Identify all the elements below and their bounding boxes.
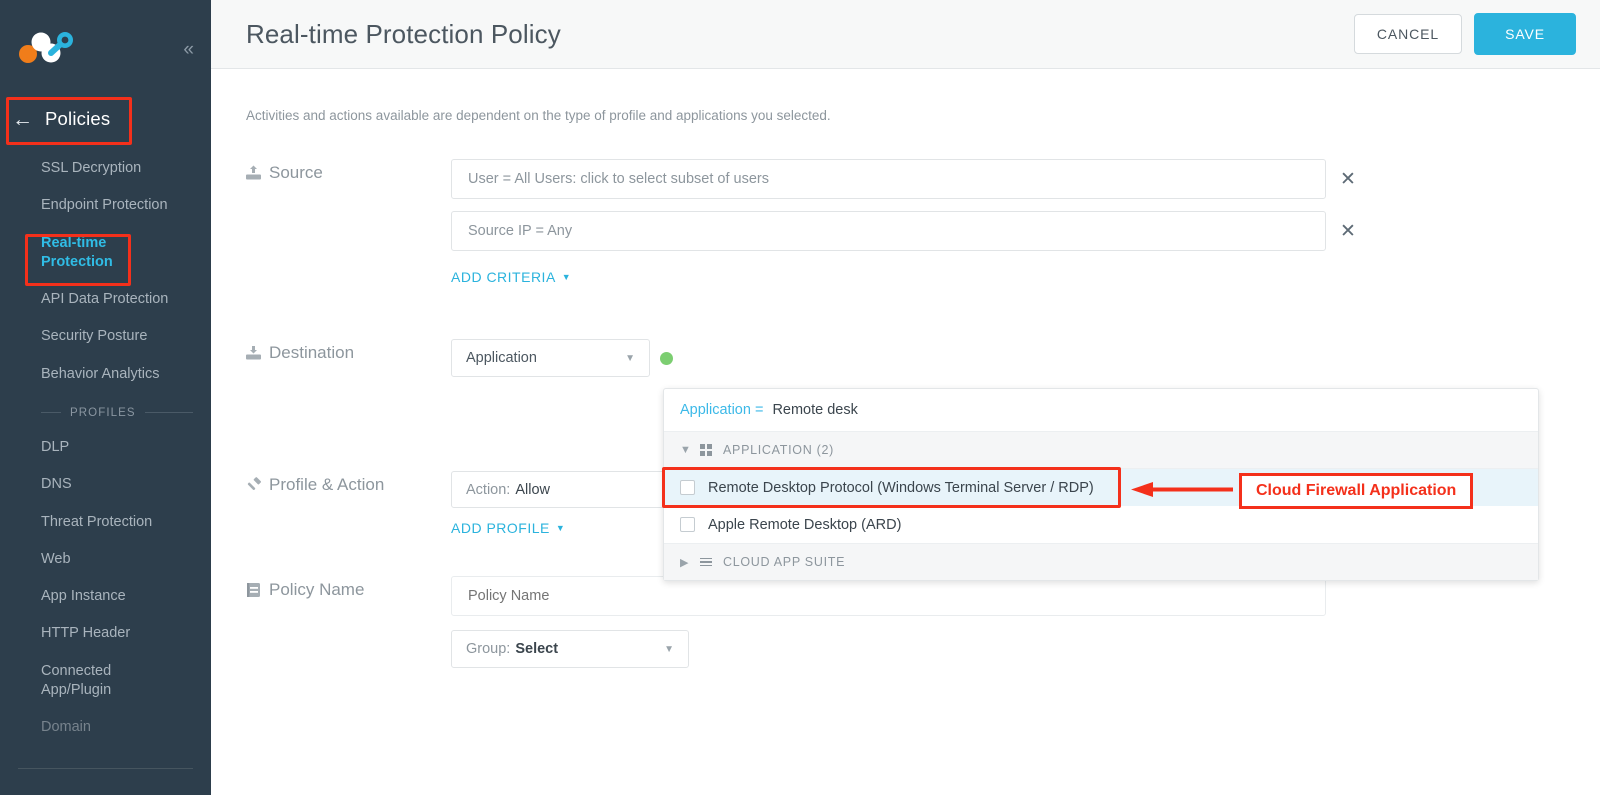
cancel-button[interactable]: CANCEL (1353, 14, 1463, 54)
sidebar-item-policies[interactable]: ← Policies (0, 96, 211, 142)
topbar: Real-time Protection Policy CANCEL SAVE (211, 0, 1600, 69)
chevron-down-icon: ▼ (625, 352, 635, 364)
arrow-left-icon: ← (12, 107, 33, 131)
sidebar-item-connected-app-plugin[interactable]: Connected App/Plugin (0, 653, 211, 710)
chevron-down-icon: ▼ (555, 522, 566, 533)
sidebar-item-dlp[interactable]: DLP (0, 429, 211, 466)
add-criteria-button[interactable]: ADD CRITERIA ▼ (451, 269, 571, 285)
source-label: Source (269, 163, 323, 182)
sidebar-item-dns[interactable]: DNS (0, 466, 211, 503)
annotation-callout: Cloud Firewall Application (1239, 473, 1474, 509)
action-value: Allow (515, 481, 550, 498)
dropdown-item-ard[interactable]: Apple Remote Desktop (ARD) (664, 506, 1538, 543)
sidebar-item-web[interactable]: Web (0, 541, 211, 578)
sidebar-item-domain[interactable]: Domain (0, 709, 211, 746)
close-icon[interactable]: ✕ (1340, 222, 1356, 241)
save-button[interactable]: SAVE (1474, 13, 1576, 55)
close-icon[interactable]: ✕ (1340, 170, 1356, 189)
sidebar-item-api-data-protection[interactable]: API Data Protection (0, 281, 211, 318)
sidebar-item-http-header[interactable]: HTTP Header (0, 615, 211, 652)
dropdown-search-row[interactable]: Application = Remote desk (664, 389, 1538, 432)
policy-name-label-group: Policy Name (246, 576, 451, 600)
upload-arrow-icon (246, 165, 261, 181)
dropdown-group-application[interactable]: ▼ APPLICATION (2) (664, 432, 1538, 469)
dropdown-group-label: APPLICATION (2) (723, 443, 834, 457)
source-ip-criterion[interactable]: Source IP = Any (451, 211, 1326, 251)
dropdown-item-label: Apple Remote Desktop (ARD) (708, 516, 902, 533)
source-label-group: Source (246, 159, 451, 183)
sidebar-item-real-time-protection[interactable]: Real-time Protection (0, 225, 211, 282)
group-value: Select (515, 641, 559, 657)
sidebar-section-profiles: PROFILES (0, 393, 211, 429)
sidebar-profiles-nav: DLP DNS Threat Protection Web App Instan… (0, 429, 211, 747)
dropdown-group-cloud-app-suite[interactable]: ▶ CLOUD APP SUITE (664, 543, 1538, 580)
divider-line-left (41, 412, 61, 414)
chevron-down-icon: ▼ (680, 444, 692, 456)
checkbox[interactable] (680, 517, 695, 532)
dropdown-item-label: Remote Desktop Protocol (Windows Termina… (708, 479, 1094, 496)
source-criterion-row: User = All Users: click to select subset… (451, 159, 1600, 199)
topbar-actions: CANCEL SAVE (1353, 13, 1576, 55)
add-profile-button[interactable]: ADD PROFILE ▼ (451, 520, 565, 536)
sidebar-item-app-instance[interactable]: App Instance (0, 578, 211, 615)
sidebar-item-threat-protection[interactable]: Threat Protection (0, 504, 211, 541)
profile-action-label-group: Profile & Action (246, 471, 451, 495)
checkbox[interactable] (680, 480, 695, 495)
sidebar-item-endpoint-protection[interactable]: Endpoint Protection (0, 187, 211, 224)
sidebar-header: « (0, 0, 211, 84)
sidebar-item-behavior-analytics[interactable]: Behavior Analytics (0, 356, 211, 393)
destination-section: Destination Application ▼ (246, 339, 1600, 377)
dropdown-group-label: CLOUD APP SUITE (723, 555, 846, 569)
page-title: Real-time Protection Policy (246, 18, 561, 49)
sidebar: « ← Policies SSL Decryption Endpoint Pro… (0, 0, 211, 795)
policy-name-input[interactable] (451, 576, 1326, 616)
policy-name-fields: Group: Select ▼ (451, 576, 1600, 668)
destination-type-value: Application (466, 350, 537, 366)
gavel-icon (246, 477, 261, 493)
source-criterion-row: Source IP = Any ✕ (451, 211, 1600, 251)
action-prefix: Action: (466, 481, 511, 498)
add-criteria-label: ADD CRITERIA (451, 269, 556, 285)
chevron-right-icon: ▶ (680, 556, 690, 569)
destination-type-select[interactable]: Application ▼ (451, 339, 650, 377)
destination-type-row: Application ▼ (451, 339, 1600, 377)
helper-text: Activities and actions available are dep… (246, 108, 831, 123)
destination-fields: Application ▼ (451, 339, 1600, 377)
download-arrow-icon (246, 345, 261, 361)
sidebar-nav: SSL Decryption Endpoint Protection Real-… (0, 150, 211, 393)
add-profile-label: ADD PROFILE (451, 520, 550, 536)
status-indicator-dot (660, 351, 673, 365)
policy-name-section: Policy Name Group: Select ▼ (246, 576, 1600, 668)
profile-action-label: Profile & Action (269, 475, 385, 494)
list-document-icon (246, 582, 261, 598)
action-select[interactable]: Action: Allow ▼ (451, 471, 689, 508)
annotation-arrow-left-icon (1131, 482, 1233, 497)
chevron-down-icon: ▼ (561, 271, 572, 282)
group-prefix: Group: (466, 641, 511, 657)
sidebar-item-security-posture[interactable]: Security Posture (0, 318, 211, 355)
chevron-down-icon: ▼ (664, 643, 674, 655)
main-panel: Real-time Protection Policy CANCEL SAVE … (211, 0, 1600, 795)
destination-label: Destination (269, 343, 355, 362)
sidebar-item-ssl-decryption[interactable]: SSL Decryption (0, 150, 211, 187)
source-section: Source User = All Users: click to select… (246, 159, 1600, 287)
policy-name-label: Policy Name (269, 580, 365, 599)
profiles-section-label: PROFILES (70, 406, 136, 419)
lines-icon (700, 557, 712, 567)
group-select[interactable]: Group: Select ▼ (451, 630, 689, 668)
sidebar-bottom-divider (18, 768, 193, 769)
chevron-double-left-icon[interactable]: « (183, 40, 194, 59)
grid-icon (700, 444, 712, 456)
source-fields: User = All Users: click to select subset… (451, 159, 1600, 287)
source-user-criterion[interactable]: User = All Users: click to select subset… (451, 159, 1326, 199)
divider-line-right (144, 412, 193, 414)
dropdown-search-value: Remote desk (772, 402, 858, 418)
netskope-logo[interactable] (14, 30, 80, 64)
destination-label-group: Destination (246, 339, 451, 363)
dropdown-search-key: Application = (680, 402, 764, 418)
app-root: « ← Policies SSL Decryption Endpoint Pro… (0, 0, 1600, 795)
policies-label: Policies (45, 108, 111, 129)
